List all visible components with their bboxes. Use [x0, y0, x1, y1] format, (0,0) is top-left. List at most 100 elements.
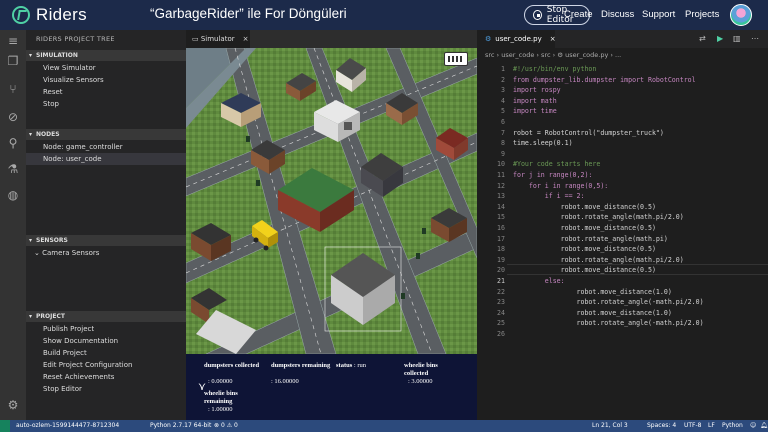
riders-logo[interactable]: Riders [12, 5, 87, 25]
section-simulation[interactable]: SIMULATION [26, 50, 186, 61]
diff-icon[interactable]: ⇄ [699, 34, 706, 43]
item-node-game-controller[interactable]: Node: game_controller [43, 141, 123, 153]
code-line[interactable]: robot.rotate_angle(-math.pi/2.0) [513, 318, 704, 329]
item-publish-project[interactable]: Publish Project [43, 323, 94, 335]
code-line[interactable]: #Your code starts here [513, 159, 600, 170]
code-line[interactable]: robot.rotate_angle(math.pi/2.0) [513, 212, 684, 223]
line-number: 15 [497, 213, 505, 222]
code-line[interactable]: #!/usr/bin/env python [513, 64, 596, 75]
item-stop-editor[interactable]: Stop Editor [43, 383, 82, 395]
code-line[interactable]: robot.move_distance(0.5) [513, 244, 656, 255]
python-interpreter[interactable]: Python 2.7.17 64-bit [150, 420, 211, 432]
code-line[interactable]: for i in range(0,5): [513, 181, 608, 192]
item-reset-achievements[interactable]: Reset Achievements [43, 371, 114, 383]
keyboard-icon[interactable] [444, 52, 468, 66]
code-line[interactable]: else: [513, 276, 565, 287]
problems-indicator[interactable]: ⊗ 0 ⚠ 0 [214, 420, 238, 432]
item-camera-sensors[interactable]: ⌄ Camera Sensors [34, 247, 99, 259]
top-bar: Riders “GarbageRider” ile For Döngüleri … [0, 0, 768, 30]
code-line[interactable]: import math [513, 96, 557, 107]
wheelie-bins-remaining-value: : 1.00000 [208, 406, 233, 413]
line-number: 11 [497, 171, 505, 179]
tab-simulator[interactable]: ▭ Simulator × [186, 30, 250, 48]
riders-logo-icon [12, 6, 30, 24]
code-line[interactable]: import rospy [513, 85, 561, 96]
code-editor[interactable]: 1 #!/usr/bin/env python 2 from dumpster_lib… [477, 62, 768, 420]
code-line[interactable]: import time [513, 106, 557, 117]
code-line[interactable]: robot.move_distance(1.0) [513, 308, 672, 319]
simulator-3d-view[interactable] [186, 48, 477, 354]
search-icon[interactable]: ⚲ [6, 136, 20, 150]
item-visualize-sensors[interactable]: Visualize Sensors [43, 74, 104, 86]
code-line[interactable]: robot.move_distance(0.5) [513, 265, 656, 276]
code-line[interactable]: robot.rotate_angle(math.pi/2.0) [513, 255, 684, 266]
split-editor-icon[interactable]: ▥ [733, 34, 741, 43]
run-icon[interactable]: ▶ [717, 34, 723, 43]
code-line[interactable]: robot.move_distance(0.5) [513, 223, 656, 234]
line-number: 9 [501, 149, 505, 158]
code-line[interactable]: robot.rotate_angle(math.pi) [513, 234, 668, 245]
debug-icon[interactable]: ⊘ [6, 110, 20, 124]
line-number: 18 [497, 245, 505, 254]
item-build-project[interactable]: Build Project [43, 347, 87, 359]
more-actions-icon[interactable]: ⋯ [751, 34, 759, 43]
item-edit-project-configuration[interactable]: Edit Project Configuration [43, 359, 132, 371]
line-ending[interactable]: LF [708, 420, 715, 432]
section-nodes[interactable]: NODES [26, 129, 186, 140]
indentation[interactable]: Spaces: 4 [647, 420, 676, 432]
encoding[interactable]: UTF-8 [684, 420, 702, 432]
close-icon[interactable]: × [243, 35, 249, 43]
line-number: 6 [501, 118, 505, 126]
gear-icon[interactable]: ⚙ [6, 398, 20, 412]
code-line[interactable]: from dumpster_lib.dumpster import RobotC… [513, 75, 696, 86]
user-avatar[interactable] [730, 4, 752, 26]
nav-create[interactable]: Create [564, 9, 593, 20]
error-icon: ⊗ [214, 422, 221, 429]
close-icon[interactable]: × [550, 35, 556, 43]
item-reset[interactable]: Reset [43, 86, 63, 98]
wheelie-bins-collected-value: : 3.00000 [408, 378, 433, 385]
remote-host[interactable]: auto-ozlem-1599144477-8712304 [16, 420, 119, 432]
simulation-stats-panel: dumpsters collected : 0.00000 dumpsters … [186, 354, 477, 420]
breadcrumb[interactable]: src › user_code › src › ⚙ user_code.py ›… [477, 48, 768, 62]
source-control-icon[interactable]: ⑂ [6, 82, 20, 96]
simulator-tab-bar: ▭ Simulator × [186, 30, 477, 48]
section-sensors[interactable]: SENSORS [26, 235, 186, 246]
code-line[interactable]: robot = RobotControl("dumpster_truck") [513, 128, 664, 139]
nav-projects[interactable]: Projects [685, 9, 719, 20]
line-number: 12 [497, 181, 505, 190]
explorer-icon[interactable]: ❐ [6, 54, 20, 68]
riders-icon[interactable]: ◍ [6, 188, 20, 202]
status-bar: auto-ozlem-1599144477-8712304 Python 2.7… [0, 420, 768, 432]
camera-sensors-label: Camera Sensors [42, 249, 100, 257]
item-show-documentation[interactable]: Show Documentation [43, 335, 118, 347]
flask-icon[interactable]: ⚗ [6, 162, 20, 176]
line-number: 13 [497, 192, 505, 201]
notifications-icon[interactable]: 🔔︎ [760, 420, 768, 432]
code-line[interactable]: robot.move_distance(0.5) [513, 202, 656, 213]
code-line[interactable]: for j in range(0,2): [513, 170, 592, 181]
code-line[interactable]: if i == 2: [513, 191, 585, 202]
line-number: 2 [501, 75, 505, 84]
remote-icon[interactable] [0, 420, 10, 432]
code-line[interactable]: robot.move_distance(1.0) [513, 287, 672, 298]
item-view-simulator[interactable]: View Simulator [43, 62, 96, 74]
menu-icon[interactable]: ≡ [6, 34, 20, 48]
code-line[interactable]: robot.rotate_angle(-math.pi/2.0) [513, 297, 704, 308]
tab-user-code[interactable]: ⚙ user_code.py × [477, 30, 556, 48]
section-project[interactable]: PROJECT [26, 311, 186, 322]
code-line[interactable]: time.sleep(0.1) [513, 138, 573, 149]
city-scene [186, 48, 477, 354]
nav-discuss[interactable]: Discuss [601, 9, 634, 20]
item-node-user-code[interactable]: Node: user_code [43, 153, 102, 165]
nav-support[interactable]: Support [642, 9, 675, 20]
cursor-position[interactable]: Ln 21, Col 3 [592, 420, 628, 432]
item-stop[interactable]: Stop [43, 98, 59, 110]
line-number: 25 [497, 319, 505, 328]
status-readout: status : run [336, 362, 366, 369]
language-mode[interactable]: Python [722, 420, 743, 432]
feedback-icon[interactable]: ☺ [750, 420, 756, 432]
line-number: 8 [501, 139, 505, 148]
simulator-tab-icon: ▭ [192, 35, 201, 43]
project-tree-sidebar: RIDERS PROJECT TREE SIMULATION View Simu… [26, 30, 186, 420]
